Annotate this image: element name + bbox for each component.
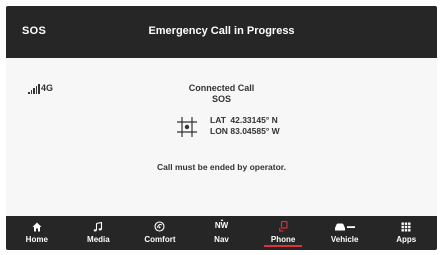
longitude-value: 83.04585° W [230, 126, 280, 136]
nav-comfort-label: Comfort [144, 235, 176, 244]
coordinate-lines: LAT 42.33145° N LON 83.04585° W [210, 115, 280, 137]
nav-nav-label: Nav [214, 235, 229, 244]
call-status-block: Connected Call SOS [6, 83, 437, 105]
compass-heading: NW [214, 221, 229, 230]
home-icon [32, 222, 42, 231]
sos-call-screen: SOS Emergency Call in Progress 4G Connec… [6, 6, 437, 250]
bottom-nav-bar: Home Media Comfort NW Nav Phone Vehicle … [6, 216, 437, 250]
apps-grid-icon [401, 222, 411, 231]
nav-phone[interactable]: Phone [252, 216, 314, 250]
latitude-value: 42.33145° N [230, 115, 278, 125]
latitude-label: LAT [210, 115, 226, 125]
nav-phone-label: Phone [270, 235, 296, 244]
location-target-icon [177, 117, 197, 137]
latitude-row: LAT 42.33145° N [210, 115, 280, 126]
call-status: Connected Call [188, 83, 255, 93]
nav-apps[interactable]: Apps [375, 216, 437, 250]
nav-home-label: Home [25, 235, 48, 244]
page-title: Emergency Call in Progress [148, 25, 295, 37]
header-bar: SOS Emergency Call in Progress [6, 6, 437, 58]
nav-comfort[interactable]: Comfort [129, 216, 191, 250]
call-content: 4G Connected Call SOS LAT 42.33145° N LO… [6, 58, 437, 216]
nav-media[interactable]: Media [68, 216, 130, 250]
nav-home[interactable]: Home [6, 216, 68, 250]
music-note-icon [94, 221, 103, 231]
operator-note: Call must be ended by operator. [157, 162, 286, 172]
longitude-row: LON 83.04585° W [210, 126, 280, 137]
car-icon [334, 223, 355, 230]
nav-nav[interactable]: NW Nav [191, 216, 253, 250]
nav-media-label: Media [87, 235, 110, 244]
climate-icon [154, 221, 165, 232]
nav-vehicle[interactable]: Vehicle [314, 216, 376, 250]
longitude-label: LON [210, 126, 228, 136]
call-type: SOS [211, 94, 231, 104]
phone-icon [278, 221, 288, 232]
nav-vehicle-label: Vehicle [330, 235, 359, 244]
nav-apps-label: Apps [396, 235, 417, 244]
